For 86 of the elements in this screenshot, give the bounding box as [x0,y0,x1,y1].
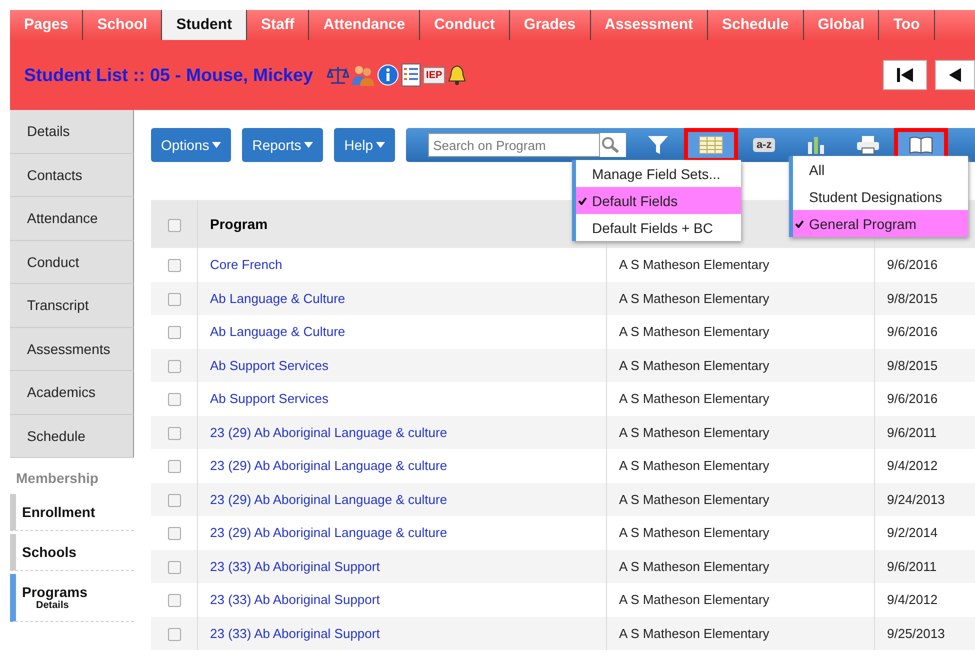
filter-icon [647,135,670,155]
menu-item[interactable]: Manage Field Sets... [576,160,741,187]
side-subitem[interactable]: Details [36,600,128,611]
toolbar-button[interactable]: a-z [738,128,790,162]
row-checkbox[interactable] [168,259,180,272]
program-link[interactable]: 23 (33) Ab Aboriginal Support [210,558,380,574]
menu-item[interactable]: Default Fields [576,187,741,214]
table-cell: A S Matheson Elementary [606,282,874,315]
nav-tab[interactable]: Student [162,10,248,40]
menu-item[interactable]: Default Fields + BC [576,214,741,241]
first-record-button[interactable] [883,60,927,90]
row-checkbox[interactable] [168,460,180,474]
table-cell: A S Matheson Elementary [606,482,874,516]
side-tab[interactable]: Conduct [10,240,134,284]
sort-icon: a-z [753,138,775,152]
table-cell: 9/25/2013 [874,616,975,650]
table-cell: 9/6/2011 [874,550,975,583]
row-checkbox[interactable] [168,628,180,641]
side-item[interactable]: Programs Details [10,574,134,622]
side-item[interactable]: Enrollment [10,494,134,531]
table-cell: A S Matheson Elementary [606,416,874,449]
check-icon [578,196,587,204]
menu-item[interactable]: General Program [793,210,968,237]
previous-icon [947,67,963,83]
row-checkbox[interactable] [168,326,180,340]
side-item[interactable]: Schools [10,534,134,571]
table-cell: A S Matheson Elementary [606,550,874,583]
toolbar-button[interactable] [684,128,738,162]
side-item-label: Programs [22,584,88,600]
chart-icon [807,136,826,154]
program-link[interactable]: Ab Language & Culture [210,290,346,306]
program-link[interactable]: 23 (29) Ab Aboriginal Language & culture [210,525,448,540]
row-checkbox[interactable] [168,560,180,574]
program-link[interactable]: Core French [210,257,282,272]
row-checkbox[interactable] [168,494,180,507]
info-icon[interactable] [377,64,400,86]
scales-icon[interactable] [327,65,350,85]
page-title: Student List :: 05 - Mouse, Mickey [24,64,314,86]
book-icon [909,136,934,154]
document-icon[interactable] [401,63,422,87]
first-icon [895,67,915,83]
program-link[interactable]: 23 (33) Ab Aboriginal Support [210,626,380,641]
caret-icon [376,142,386,148]
iep-icon[interactable]: IEP [423,66,446,84]
grid-icon [699,136,724,154]
menu-button[interactable]: Help [334,128,396,162]
select-all-checkbox[interactable] [168,218,180,232]
menu-button[interactable]: Reports [242,128,324,162]
side-item-label: Schools [22,544,78,560]
table-cell: 9/6/2011 [874,416,975,449]
search-field[interactable]: Search on Program [428,133,600,157]
table-cell: A S Matheson Elementary [606,616,874,650]
menu-item[interactable]: Student Designations [793,183,968,210]
row-checkbox[interactable] [168,594,180,608]
side-item-label: Enrollment [22,504,96,520]
bell-icon[interactable] [447,64,468,86]
table-cell: A S Matheson Elementary [606,348,874,382]
side-tab[interactable]: Attendance [10,197,134,240]
side-tab[interactable]: Schedule [10,414,134,458]
side-tab[interactable]: Academics [10,371,134,414]
menu-item[interactable]: All [793,156,968,183]
side-tab[interactable]: Details [10,110,134,154]
caret-icon [304,142,314,148]
previous-record-button[interactable] [935,60,975,90]
column-header[interactable]: Program [210,216,268,232]
program-link[interactable]: Ab Support Services [210,358,329,373]
side-tab[interactable]: Contacts [10,154,134,197]
people-icon[interactable] [351,64,376,86]
row-checkbox[interactable] [168,527,180,540]
row-checkbox[interactable] [168,426,180,440]
program-link[interactable]: 23 (33) Ab Aboriginal Support [210,592,380,608]
check-icon [795,220,804,228]
row-checkbox[interactable] [168,360,180,373]
caret-icon [212,142,222,148]
program-link[interactable]: 23 (29) Ab Aboriginal Language & culture [210,458,448,474]
program-link[interactable]: Ab Language & Culture [210,324,346,340]
table-cell: 9/8/2015 [874,282,975,315]
table-cell: 9/24/2013 [874,482,975,516]
side-tab[interactable]: Transcript [10,284,134,328]
section-title: Membership [15,469,100,488]
row-checkbox[interactable] [168,292,180,306]
menu-button[interactable]: Options [151,128,232,162]
side-tab[interactable]: Assessments [10,328,134,371]
row-checkbox[interactable] [168,393,180,406]
program-link[interactable]: Ab Support Services [210,391,329,406]
table-cell: 9/8/2015 [874,348,975,382]
